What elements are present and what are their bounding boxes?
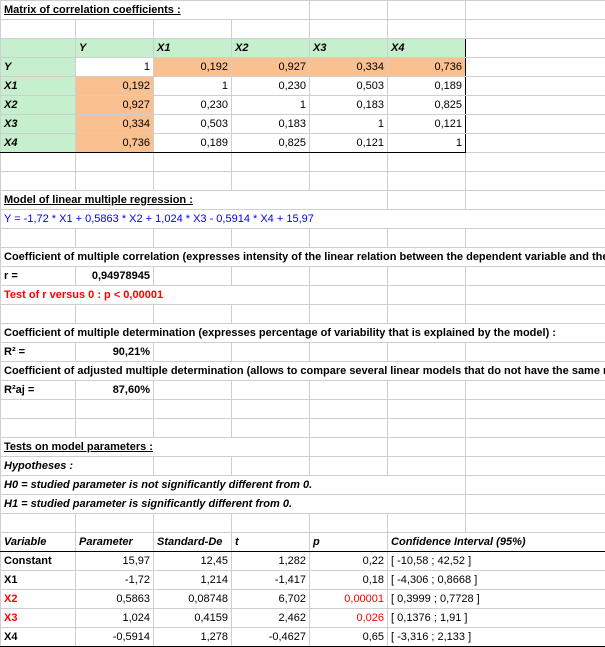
corr-head-x1: X1 — [154, 39, 232, 58]
h0: H0 = studied parameter is not significan… — [1, 476, 466, 495]
param-p: 0,026 — [310, 609, 388, 628]
corr-row-X4: X4 — [1, 134, 76, 153]
param-ci: [ -3,316 ; 2,133 ] — [388, 628, 605, 647]
corr-row-X3: X3 — [1, 115, 76, 134]
param-p: 0,00001 — [310, 590, 388, 609]
corr-cell: 0,183 — [232, 115, 310, 134]
corr-head-x4: X4 — [388, 39, 466, 58]
corr-cell: 0,334 — [310, 58, 388, 77]
param-var: Constant — [1, 552, 76, 571]
param-ci: [ 0,1376 ; 1,91 ] — [388, 609, 605, 628]
param-p: 0,65 — [310, 628, 388, 647]
ph-ci: Confidence Interval (95%) — [388, 533, 605, 552]
ph-t: t — [232, 533, 310, 552]
corr-cell: 1 — [232, 96, 310, 115]
corr-cell: 0,503 — [310, 77, 388, 96]
param-val: 15,97 — [76, 552, 154, 571]
corr-row-Y: Y — [1, 58, 76, 77]
corr-cell: 0,503 — [154, 115, 232, 134]
corr-cell: 0,121 — [388, 115, 466, 134]
corr-cell: 0,189 — [388, 77, 466, 96]
param-sd: 12,45 — [154, 552, 232, 571]
param-t: 2,462 — [232, 609, 310, 628]
r-label: r = — [1, 267, 76, 286]
coef-mult-det-title: Coefficient of multiple determination (e… — [1, 324, 605, 343]
corr-cell: 0,183 — [310, 96, 388, 115]
hypotheses-label: Hypotheses : — [1, 457, 154, 476]
r2aj-label: R²aj = — [1, 381, 76, 400]
param-ci: [ -10,58 ; 42,52 ] — [388, 552, 605, 571]
r-value: 0,94978945 — [76, 267, 154, 286]
ph-sd: Standard-De — [154, 533, 232, 552]
param-var: X4 — [1, 628, 76, 647]
corr-cell: 0,736 — [76, 134, 154, 153]
corr-cell: 1 — [310, 115, 388, 134]
param-val: 0,5863 — [76, 590, 154, 609]
corr-cell: 0,230 — [232, 77, 310, 96]
param-sd: 0,4159 — [154, 609, 232, 628]
param-var: X2 — [1, 590, 76, 609]
param-p: 0,22 — [310, 552, 388, 571]
ph-p: p — [310, 533, 388, 552]
section-title: Matrix of correlation coefficients : — [1, 1, 310, 20]
r2aj-value: 87,60% — [76, 381, 154, 400]
param-ci: [ -4,306 ; 0,8668 ] — [388, 571, 605, 590]
corr-head-y: Y — [76, 39, 154, 58]
param-ci: [ 0,3999 ; 0,7728 ] — [388, 590, 605, 609]
param-t: 6,702 — [232, 590, 310, 609]
corr-cell: 1 — [154, 77, 232, 96]
param-t: -0,4627 — [232, 628, 310, 647]
param-sd: 1,278 — [154, 628, 232, 647]
corr-cell: 1 — [388, 134, 466, 153]
test-r: Test of r versus 0 : p < 0,00001 — [1, 286, 310, 305]
param-p: 0,18 — [310, 571, 388, 590]
corr-cell: 1 — [76, 58, 154, 77]
corr-cell: 0,825 — [388, 96, 466, 115]
corr-cell: 0,189 — [154, 134, 232, 153]
param-var: X1 — [1, 571, 76, 590]
corr-cell: 0,736 — [388, 58, 466, 77]
corr-head-x2: X2 — [232, 39, 310, 58]
corr-cell: 0,334 — [76, 115, 154, 134]
param-val: -0,5914 — [76, 628, 154, 647]
model-title: Model of linear multiple regression : — [1, 191, 388, 210]
param-val: -1,72 — [76, 571, 154, 590]
corr-row-X1: X1 — [1, 77, 76, 96]
corr-cell: 0,927 — [232, 58, 310, 77]
corr-cell: 0,192 — [76, 77, 154, 96]
coef-mult-corr-title: Coefficient of multiple correlation (exp… — [1, 248, 605, 267]
param-var: X3 — [1, 609, 76, 628]
ph-variable: Variable — [1, 533, 76, 552]
ph-parameter: Parameter — [76, 533, 154, 552]
r2-label: R² = — [1, 343, 76, 362]
corr-cell: 0,121 — [310, 134, 388, 153]
tests-title: Tests on model parameters : — [1, 438, 310, 457]
param-t: 1,282 — [232, 552, 310, 571]
corr-cell: 0,927 — [76, 96, 154, 115]
param-val: 1,024 — [76, 609, 154, 628]
corr-cell: 0,230 — [154, 96, 232, 115]
h1: H1 = studied parameter is significantly … — [1, 495, 466, 514]
coef-adj-title: Coefficient of adjusted multiple determi… — [1, 362, 605, 381]
r2-value: 90,21% — [76, 343, 154, 362]
corr-head-x3: X3 — [310, 39, 388, 58]
spreadsheet-table: Matrix of correlation coefficients :YX1X… — [0, 0, 605, 647]
param-sd: 0,08748 — [154, 590, 232, 609]
param-t: -1,417 — [232, 571, 310, 590]
corr-row-X2: X2 — [1, 96, 76, 115]
model-equation: Y = -1,72 * X1 + 0,5863 * X2 + 1,024 * X… — [1, 210, 605, 229]
corr-cell: 0,192 — [154, 58, 232, 77]
corr-cell: 0,825 — [232, 134, 310, 153]
param-sd: 1,214 — [154, 571, 232, 590]
